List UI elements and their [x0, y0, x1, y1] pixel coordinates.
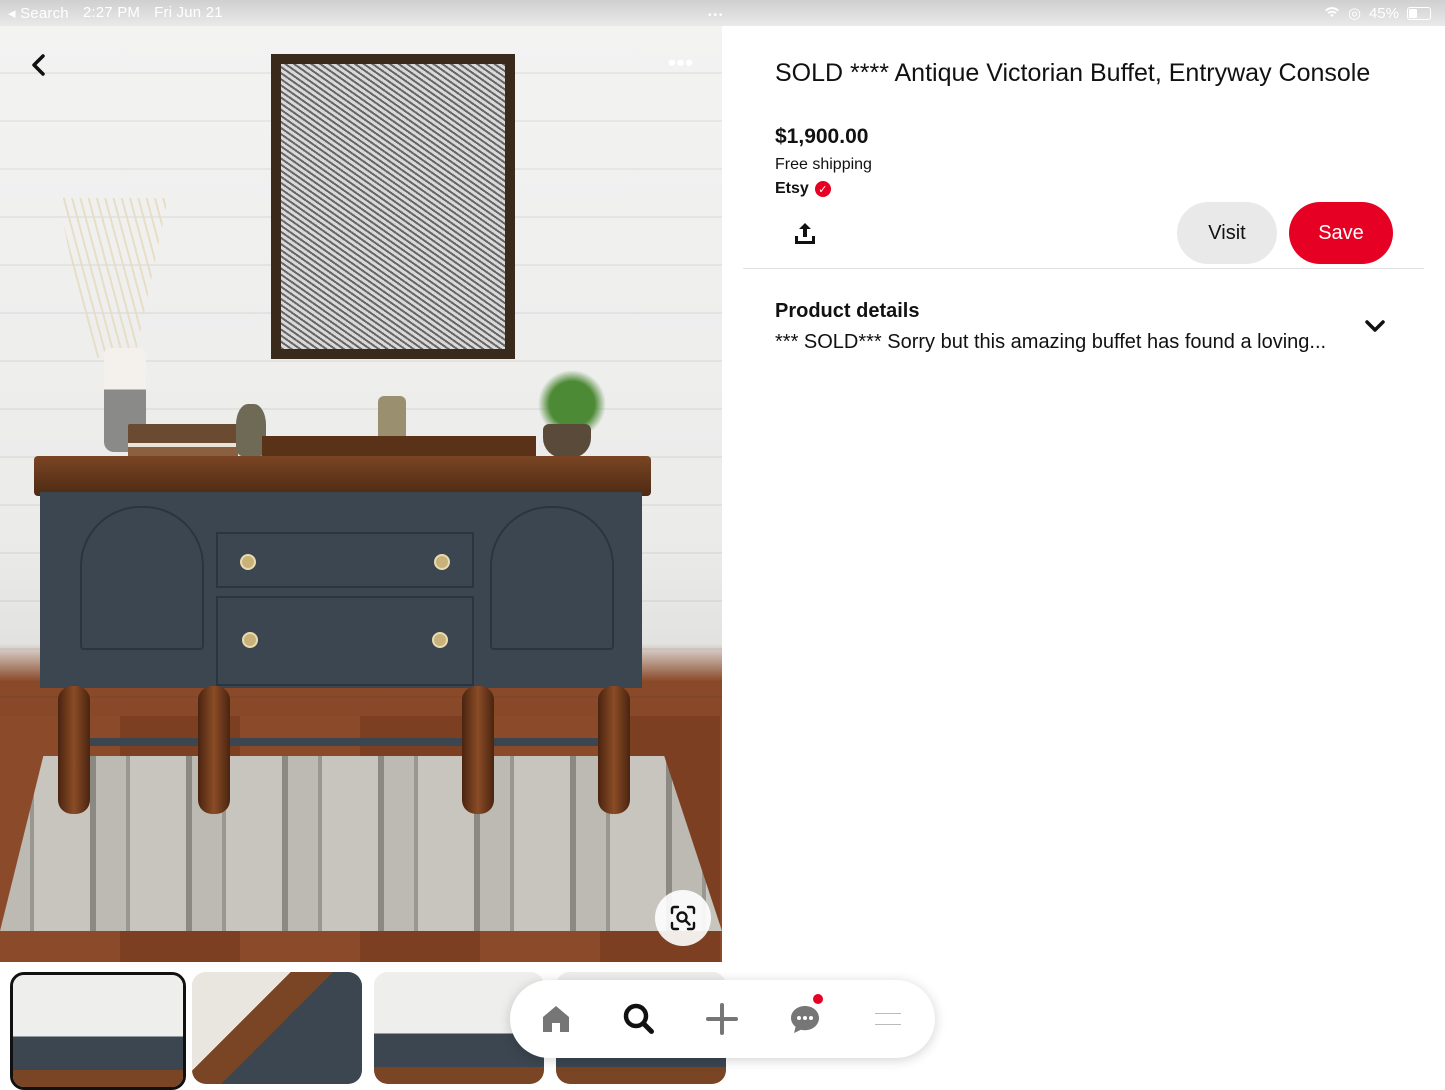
share-button[interactable]	[790, 219, 820, 249]
shipping-info: Free shipping	[775, 156, 872, 173]
back-button[interactable]	[28, 52, 52, 80]
wifi-icon	[1324, 5, 1340, 22]
nav-home[interactable]	[534, 997, 578, 1041]
buffet-leg	[462, 686, 494, 814]
product-details-description: *** SOLD*** Sorry but this amazing buffe…	[775, 331, 1327, 353]
battery-percent: 45%	[1368, 4, 1399, 22]
drawer-knob	[240, 554, 256, 570]
back-to-app-link[interactable]: ◂ Search	[8, 4, 69, 22]
lens-search-icon	[670, 905, 696, 931]
ellipsis-icon: •••	[668, 50, 695, 75]
chevron-down-icon	[1365, 320, 1385, 332]
chevron-left-icon	[32, 54, 45, 76]
plus-icon	[706, 1003, 738, 1035]
buffet-cabinet	[40, 492, 642, 688]
buffet-stretcher	[90, 738, 610, 746]
status-time: 2:27 PM	[82, 4, 141, 21]
thumbnail-2[interactable]	[192, 972, 362, 1084]
drawer-knob	[432, 632, 448, 648]
chat-icon	[791, 1006, 819, 1033]
buffet-left-door	[80, 506, 204, 650]
product-price: $1,900.00	[775, 125, 869, 148]
buffet-backrail	[262, 436, 536, 458]
status-date: Fri Jun 21	[154, 4, 223, 21]
battery-icon	[1407, 6, 1431, 20]
buffet-right-door	[490, 506, 614, 650]
notification-dot	[813, 994, 823, 1004]
product-image[interactable]: •••	[0, 26, 722, 962]
more-options-button[interactable]: •••	[668, 50, 694, 76]
buffet-leg	[598, 686, 630, 814]
thumbnail-1[interactable]	[10, 972, 186, 1090]
status-left: ◂ Search 2:27 PM Fri Jun 21	[8, 4, 223, 22]
multitask-dots-icon[interactable]: •••	[708, 10, 725, 21]
seller-link[interactable]: Etsy ✓	[775, 180, 831, 198]
nav-search[interactable]	[617, 997, 661, 1041]
home-icon	[543, 1006, 569, 1032]
expand-details-button[interactable]	[1364, 316, 1386, 336]
search-icon	[623, 1003, 654, 1034]
save-button[interactable]: Save	[1289, 202, 1393, 264]
orientation-lock-icon: ◎	[1347, 5, 1361, 22]
verified-check-icon: ✓	[814, 181, 831, 197]
share-icon	[795, 223, 815, 244]
nav-messages[interactable]	[783, 994, 827, 1041]
profile-icon	[875, 1013, 901, 1025]
nav-profile[interactable]	[866, 997, 910, 1041]
status-bar: ◂ Search 2:27 PM Fri Jun 21 ••• ◎ 45%	[0, 0, 1445, 26]
plant-pot	[543, 424, 591, 458]
product-title: SOLD **** Antique Victorian Buffet, Entr…	[775, 59, 1371, 87]
nav-create[interactable]	[700, 997, 744, 1041]
buffet-leg	[58, 686, 90, 814]
divider	[743, 268, 1424, 269]
buffet-top	[34, 456, 651, 496]
visit-button[interactable]: Visit	[1177, 202, 1277, 264]
bottom-nav	[510, 980, 935, 1058]
wall-art	[271, 54, 515, 359]
drawer-knob	[434, 554, 450, 570]
seller-name: Etsy	[775, 180, 809, 197]
buffet-leg	[198, 686, 230, 814]
drawer-knob	[242, 632, 258, 648]
status-right: ◎ 45%	[1324, 4, 1431, 22]
product-details-heading[interactable]: Product details	[775, 300, 919, 323]
visual-search-button[interactable]	[655, 890, 711, 946]
